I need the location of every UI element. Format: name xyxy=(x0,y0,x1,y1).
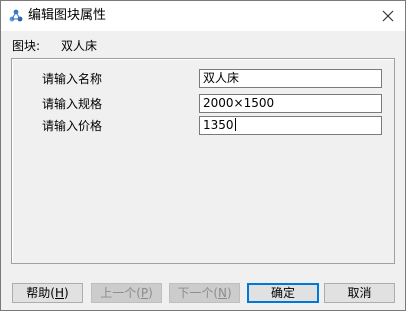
block-label: 图块: xyxy=(12,39,41,53)
edit-block-attributes-dialog: 编辑图块属性 图块: 双人床 请输入名称 双人床 请输入规格 2000×1500… xyxy=(0,0,406,311)
previous-button-end: ) xyxy=(148,286,153,300)
next-button[interactable]: 下一个(N) xyxy=(169,283,240,303)
next-button-key: N xyxy=(218,286,227,300)
close-button[interactable] xyxy=(379,7,397,25)
attributes-group: 请输入名称 双人床 请输入规格 2000×1500 请输入价格 1350 xyxy=(11,58,395,264)
spec-input[interactable]: 2000×1500 xyxy=(199,94,382,113)
spec-input-value: 2000×1500 xyxy=(203,96,275,110)
help-button[interactable]: 帮助(H) xyxy=(12,283,83,303)
next-button-text: 下一个( xyxy=(177,286,218,300)
cancel-button[interactable]: 取消 xyxy=(324,283,395,303)
price-label: 请输入价格 xyxy=(42,119,103,133)
dialog-title: 编辑图块属性 xyxy=(28,8,107,23)
name-input-value: 双人床 xyxy=(203,71,240,85)
previous-button[interactable]: 上一个(P) xyxy=(91,283,162,303)
title-bar: 编辑图块属性 xyxy=(1,1,405,31)
block-attributes-icon xyxy=(8,8,24,24)
previous-button-text: 上一个( xyxy=(100,286,141,300)
next-button-end: ) xyxy=(226,286,232,300)
price-input[interactable]: 1350 xyxy=(199,116,382,135)
spec-label: 请输入规格 xyxy=(42,97,103,111)
ok-button[interactable]: 确定 xyxy=(247,283,319,303)
text-caret xyxy=(234,118,236,131)
name-input[interactable]: 双人床 xyxy=(199,69,382,88)
help-button-key: H xyxy=(54,286,65,300)
help-button-end: ) xyxy=(64,286,69,300)
help-button-text: 帮助( xyxy=(26,286,55,300)
block-value: 双人床 xyxy=(61,39,98,53)
close-icon xyxy=(382,10,394,22)
price-input-value: 1350 xyxy=(203,118,234,132)
name-label: 请输入名称 xyxy=(42,72,103,86)
